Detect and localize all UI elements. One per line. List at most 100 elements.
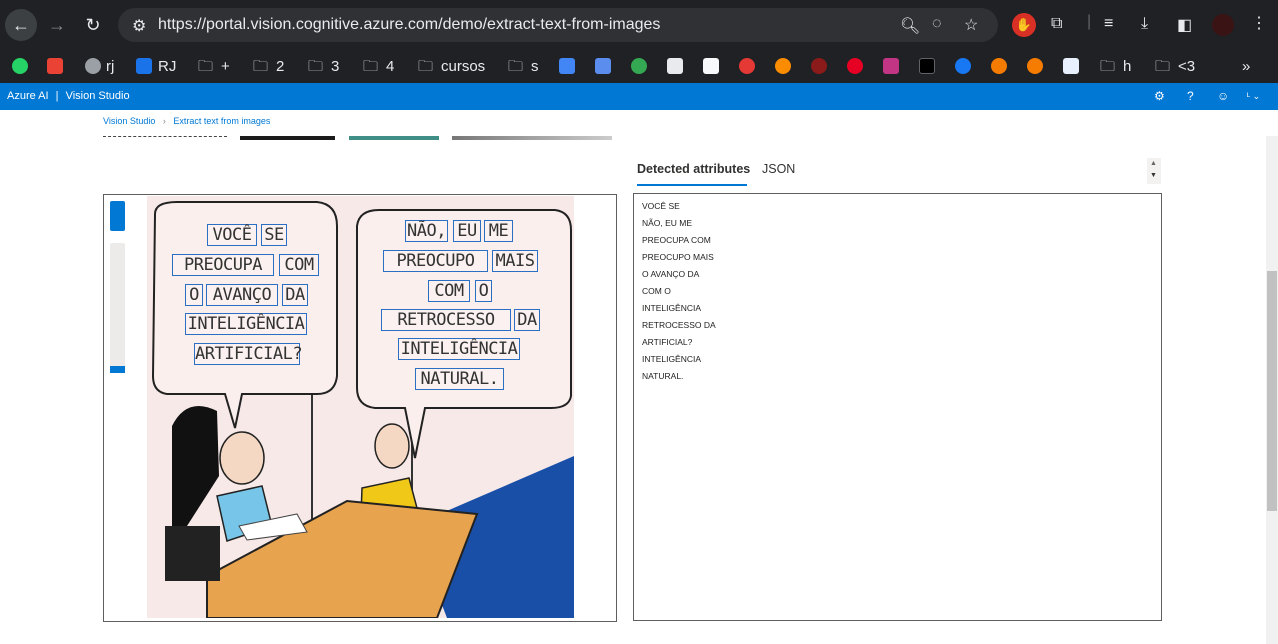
adblock-extension-icon[interactable]: ✋ bbox=[1012, 13, 1036, 37]
folder-icon[interactable]: 🗀 bbox=[198, 50, 213, 83]
back-icon[interactable]: ← bbox=[5, 9, 37, 41]
ocr-word-box[interactable]: NÃO, bbox=[405, 220, 448, 242]
breadcrumb-current[interactable]: Extract text from images bbox=[173, 116, 270, 126]
ocr-word-box[interactable]: O bbox=[185, 284, 203, 306]
amazon-icon[interactable] bbox=[703, 58, 719, 74]
help-icon[interactable]: ? bbox=[1187, 89, 1194, 103]
globe-icon[interactable] bbox=[85, 58, 101, 74]
ocr-word-box[interactable]: AVANÇO bbox=[206, 284, 278, 306]
assistant-icon[interactable] bbox=[631, 58, 647, 74]
facebook-icon[interactable] bbox=[955, 58, 971, 74]
folder-icon[interactable]: 🗀 bbox=[1155, 50, 1170, 83]
gmail-icon[interactable] bbox=[47, 58, 63, 74]
tab-scroller[interactable]: ▲ ▼ bbox=[1147, 158, 1161, 184]
bookmark-folder-plus[interactable]: + bbox=[221, 50, 230, 83]
rj-site-icon[interactable] bbox=[136, 58, 152, 74]
extensions-icon[interactable]: ⧉ bbox=[1051, 15, 1062, 33]
ocr-word-box[interactable]: ARTIFICIAL? bbox=[194, 343, 303, 365]
zoom-slider-handle[interactable] bbox=[110, 201, 125, 231]
pinterest-icon[interactable] bbox=[847, 58, 863, 74]
site-info-icon[interactable]: ⚙ bbox=[132, 16, 146, 36]
toolbar-divider: | bbox=[1087, 13, 1092, 30]
ocr-word-box[interactable]: VOCÊ bbox=[207, 224, 257, 246]
ocr-word-box[interactable]: INTELIGÊNCIA bbox=[185, 313, 307, 335]
whatsapp-icon[interactable] bbox=[12, 58, 28, 74]
folder-icon[interactable]: 🗀 bbox=[253, 50, 268, 83]
tab-json[interactable]: JSON bbox=[762, 162, 795, 176]
browser-menu-icon[interactable]: ⋮ bbox=[1251, 13, 1267, 33]
ocr-word-box[interactable]: NATURAL. bbox=[415, 368, 504, 390]
bookmark-rj[interactable]: rj bbox=[106, 50, 114, 83]
profile-avatar[interactable] bbox=[1212, 14, 1234, 36]
ocr-word-box[interactable]: PREOCUPA bbox=[172, 254, 274, 276]
side-panel-icon[interactable]: ◧ bbox=[1177, 15, 1192, 35]
forward-icon[interactable]: → bbox=[41, 9, 73, 41]
detected-line: INTELIGÊNCIA bbox=[642, 354, 702, 364]
x-icon[interactable] bbox=[919, 58, 935, 74]
orange-site-icon[interactable] bbox=[775, 58, 791, 74]
settings-icon[interactable]: ⚙ bbox=[1154, 89, 1165, 103]
ocr-word-box[interactable]: MAIS bbox=[492, 250, 538, 272]
calendar-icon[interactable] bbox=[559, 58, 575, 74]
ocr-word-box[interactable]: EU bbox=[453, 220, 481, 242]
scroll-up-icon[interactable]: ▲ bbox=[1150, 160, 1157, 167]
ocr-word-box[interactable]: INTELIGÊNCIA bbox=[398, 338, 520, 360]
red-site-icon[interactable] bbox=[811, 58, 827, 74]
orange-ring-icon[interactable] bbox=[991, 58, 1007, 74]
ocr-word-box[interactable]: COM bbox=[279, 254, 319, 276]
detected-line: NATURAL. bbox=[642, 371, 684, 381]
folder-icon[interactable]: 🗀 bbox=[508, 50, 523, 83]
bookmark-folder-cursos[interactable]: cursos bbox=[441, 50, 485, 83]
address-bar[interactable]: ⚙ https://portal.vision.cognitive.azure.… bbox=[118, 8, 998, 42]
account-menu-icon[interactable]: ᴸ ⌄ bbox=[1247, 91, 1260, 102]
bookmark-folder-s[interactable]: s bbox=[531, 50, 539, 83]
sample-image-thumb[interactable] bbox=[240, 136, 335, 140]
ocr-word-box[interactable]: COM bbox=[428, 280, 470, 302]
page-scrollbar[interactable] bbox=[1266, 136, 1278, 644]
translate-icon[interactable] bbox=[595, 58, 611, 74]
ocr-word-box[interactable]: DA bbox=[514, 309, 540, 331]
zoom-slider-track[interactable] bbox=[110, 243, 125, 373]
instagram-icon[interactable] bbox=[883, 58, 899, 74]
folder-icon[interactable]: 🗀 bbox=[308, 50, 323, 83]
zoom-icon[interactable]: 🔍︎ bbox=[900, 16, 920, 36]
edge-site-icon[interactable] bbox=[1063, 58, 1079, 74]
detected-line: NÃO, EU ME bbox=[642, 218, 693, 228]
scroll-down-icon[interactable]: ▼ bbox=[1150, 172, 1157, 179]
bookmark-folder-3[interactable]: 3 bbox=[331, 50, 339, 83]
bookmark-folder-2[interactable]: 2 bbox=[276, 50, 284, 83]
reload-icon[interactable]: ↻ bbox=[77, 9, 109, 41]
sample-image-thumb-selected[interactable] bbox=[103, 136, 227, 138]
youtube-music-icon[interactable] bbox=[739, 58, 755, 74]
orange-ring-icon-2[interactable] bbox=[1027, 58, 1043, 74]
image-preview: VOCÊ SE PREOCUPA COM O AVANÇO DA INTELIG… bbox=[103, 194, 617, 622]
eye-off-icon[interactable]: ◌ bbox=[932, 15, 942, 33]
folder-icon[interactable]: 🗀 bbox=[418, 50, 433, 83]
bookmark-RJ[interactable]: RJ bbox=[158, 50, 176, 83]
ocr-word-box[interactable]: ME bbox=[484, 220, 513, 242]
tab-detected-attributes[interactable]: Detected attributes bbox=[637, 162, 750, 176]
url-text[interactable]: https://portal.vision.cognitive.azure.co… bbox=[158, 16, 660, 34]
folder-icon[interactable]: 🗀 bbox=[1100, 50, 1115, 83]
breadcrumb-root[interactable]: Vision Studio bbox=[103, 116, 155, 126]
more-bookmarks-icon[interactable]: » bbox=[1242, 50, 1250, 83]
ocr-word-box[interactable]: SE bbox=[261, 224, 287, 246]
bookmark-folder-4[interactable]: 4 bbox=[386, 50, 394, 83]
k-site-icon[interactable] bbox=[667, 58, 683, 74]
bookmark-folder-heart[interactable]: <3 bbox=[1178, 50, 1195, 83]
ocr-word-box[interactable]: RETROCESSO bbox=[381, 309, 511, 331]
page-scrollbar-thumb[interactable] bbox=[1267, 271, 1277, 511]
feedback-icon[interactable]: ☺ bbox=[1217, 89, 1229, 103]
bookmark-star-icon[interactable]: ☆ bbox=[964, 15, 978, 35]
page-content: Vision Studio › Extract text from images bbox=[0, 110, 1278, 644]
brand[interactable]: Azure AI | Vision Studio bbox=[7, 90, 130, 102]
sample-image-thumb[interactable] bbox=[349, 136, 439, 140]
bookmark-folder-h[interactable]: h bbox=[1123, 50, 1131, 83]
reading-list-icon[interactable]: ≡ bbox=[1104, 15, 1113, 33]
folder-icon[interactable]: 🗀 bbox=[363, 50, 378, 83]
ocr-word-box[interactable]: O bbox=[475, 280, 492, 302]
download-icon[interactable]: ⤓ bbox=[1141, 15, 1148, 33]
ocr-word-box[interactable]: DA bbox=[282, 284, 308, 306]
sample-image-thumb[interactable] bbox=[452, 136, 612, 140]
ocr-word-box[interactable]: PREOCUPO bbox=[383, 250, 488, 272]
